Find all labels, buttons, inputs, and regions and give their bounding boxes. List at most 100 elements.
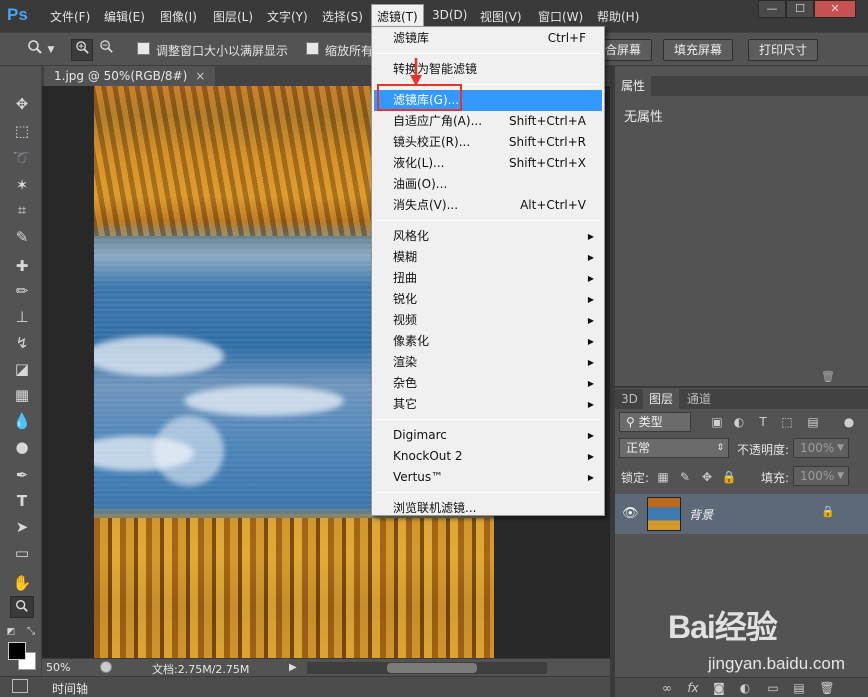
status-menu-arrow-icon[interactable]: ▶ bbox=[289, 662, 297, 673]
close-window-button[interactable]: ✕ bbox=[814, 0, 856, 18]
filter-menu-item[interactable]: 其它 ▶ bbox=[374, 394, 602, 415]
filter-menu-item[interactable]: Vertus™ ▶ bbox=[374, 467, 602, 488]
opacity-field[interactable]: 100% ▼ bbox=[793, 438, 849, 458]
filter-menu-item[interactable]: 风格化 ▶ bbox=[374, 226, 602, 247]
filter-menu-item[interactable]: 消失点(V)... Alt+Ctrl+V bbox=[374, 195, 602, 216]
marquee-tool-icon[interactable]: ⬚ bbox=[10, 120, 34, 142]
trash-icon[interactable]: 🗑 bbox=[821, 370, 835, 383]
lock-pixels-icon[interactable]: ✎ bbox=[677, 469, 693, 485]
blur-tool-icon[interactable]: 💧 bbox=[10, 410, 34, 432]
default-colors-icon[interactable]: ◩ bbox=[4, 621, 18, 643]
timeline-panel-icon[interactable] bbox=[12, 679, 28, 693]
smart-object-filter-icon[interactable]: ▤ bbox=[805, 414, 821, 430]
filter-menu-item[interactable]: 模糊 ▶ bbox=[374, 247, 602, 268]
filter-menu-item-shortcut: Alt+Ctrl+V bbox=[520, 198, 586, 212]
eyedropper-tool-icon[interactable]: ✎ bbox=[10, 226, 34, 248]
lock-all-icon[interactable]: 🔒 bbox=[721, 469, 737, 485]
menu-select[interactable]: 选择(S) bbox=[322, 8, 363, 25]
filter-menu-item[interactable]: 镜头校正(R)... Shift+Ctrl+R bbox=[374, 132, 602, 153]
properties-panel: 属性 无属性 🗑 bbox=[614, 66, 868, 386]
autumn-tree-line bbox=[94, 518, 494, 658]
crop-tool-icon[interactable]: ⌗ bbox=[10, 199, 34, 221]
zoom-level[interactable]: 50% bbox=[46, 661, 70, 674]
filter-menu-item[interactable]: Digimarc ▶ bbox=[374, 425, 602, 446]
menu-layer[interactable]: 图层(L) bbox=[213, 8, 253, 25]
filter-menu-item[interactable]: 视频 ▶ bbox=[374, 310, 602, 331]
eye-visibility-icon[interactable]: 👁 bbox=[622, 506, 639, 521]
menu-type[interactable]: 文字(Y) bbox=[267, 8, 308, 25]
healing-brush-tool-icon[interactable]: ✚ bbox=[10, 255, 34, 277]
type-filter-icon[interactable]: T bbox=[755, 414, 771, 430]
maximize-button[interactable]: ☐ bbox=[786, 0, 814, 18]
menu-image[interactable]: 图像(I) bbox=[160, 8, 197, 25]
zoom-tool-preset-icon[interactable] bbox=[24, 39, 46, 61]
gradient-tool-icon[interactable]: ▦ bbox=[10, 384, 34, 406]
shape-filter-icon[interactable]: ⬚ bbox=[779, 414, 795, 430]
lock-transparency-icon[interactable]: ▦ bbox=[655, 469, 671, 485]
toolbox: ✥ ⬚ ➰ ✶ ⌗ ✎ ✚ ✏ ⊥ ↯ ◪ ▦ 💧 ● ✒ T ➤ ▭ ✋ ◩ … bbox=[0, 66, 42, 697]
menu-separator bbox=[376, 53, 600, 54]
filter-menu-item[interactable]: 锐化 ▶ bbox=[374, 289, 602, 310]
print-size-button[interactable]: 打印尺寸 bbox=[748, 39, 819, 61]
history-brush-tool-icon[interactable]: ↯ bbox=[10, 332, 34, 354]
menu-edit[interactable]: 编辑(E) bbox=[104, 8, 145, 25]
zoom-out-icon[interactable] bbox=[95, 39, 117, 61]
clone-stamp-tool-icon[interactable]: ⊥ bbox=[10, 306, 34, 328]
brush-tool-icon[interactable]: ✏ bbox=[10, 280, 34, 302]
minimize-button[interactable]: — bbox=[758, 0, 786, 18]
filter-menu-item[interactable]: KnockOut 2 ▶ bbox=[374, 446, 602, 467]
scrollbar-thumb[interactable] bbox=[387, 663, 477, 673]
zoom-all-checkbox[interactable] bbox=[306, 42, 319, 55]
layer-row[interactable]: 👁 背景 🔒 bbox=[615, 494, 868, 534]
dodge-tool-icon[interactable]: ● bbox=[10, 436, 34, 458]
menu-3d[interactable]: 3D(D) bbox=[432, 8, 467, 22]
menu-view[interactable]: 视图(V) bbox=[480, 8, 522, 25]
filter-menu-item[interactable]: 扭曲 ▶ bbox=[374, 268, 602, 289]
tab-3d[interactable]: 3D bbox=[615, 389, 644, 409]
filter-menu-item[interactable]: 浏览联机滤镜... bbox=[374, 498, 602, 519]
hand-tool-icon[interactable]: ✋ bbox=[10, 572, 34, 594]
filter-menu-item[interactable]: 油画(O)... bbox=[374, 174, 602, 195]
status-info-icon[interactable] bbox=[100, 661, 112, 673]
filter-menu-item[interactable]: 滤镜库 Ctrl+F bbox=[374, 28, 602, 49]
filter-menu-item[interactable]: 像素化 ▶ bbox=[374, 331, 602, 352]
filter-menu-item[interactable]: 液化(L)... Shift+Ctrl+X bbox=[374, 153, 602, 174]
fill-field[interactable]: 100% ▼ bbox=[793, 466, 849, 486]
adjustment-filter-icon[interactable]: ◐ bbox=[731, 414, 747, 430]
resize-windows-checkbox[interactable] bbox=[137, 42, 150, 55]
chevron-down-icon[interactable]: ▼ bbox=[44, 39, 58, 61]
tab-channels[interactable]: 通道 bbox=[681, 389, 717, 409]
lasso-tool-icon[interactable]: ➰ bbox=[10, 147, 34, 169]
tab-layers[interactable]: 图层 bbox=[643, 389, 680, 409]
filter-menu-item[interactable]: 渲染 ▶ bbox=[374, 352, 602, 373]
fill-screen-button[interactable]: 填充屏幕 bbox=[663, 39, 734, 61]
horizontal-scrollbar[interactable] bbox=[307, 662, 547, 674]
magic-wand-tool-icon[interactable]: ✶ bbox=[10, 174, 34, 196]
layer-kind-filter[interactable]: ⚲ 类型 bbox=[619, 412, 691, 432]
path-selection-tool-icon[interactable]: ➤ bbox=[10, 516, 34, 538]
swap-colors-icon[interactable]: ⤡ bbox=[24, 621, 38, 643]
eraser-tool-icon[interactable]: ◪ bbox=[10, 358, 34, 380]
rectangle-tool-icon[interactable]: ▭ bbox=[10, 542, 34, 564]
filter-toggle-icon[interactable]: ● bbox=[841, 414, 857, 430]
lock-position-icon[interactable]: ✥ bbox=[699, 469, 715, 485]
submenu-arrow-icon: ▶ bbox=[587, 400, 594, 409]
filter-menu-item[interactable]: 杂色 ▶ bbox=[374, 373, 602, 394]
menu-file[interactable]: 文件(F) bbox=[50, 8, 90, 25]
menu-help[interactable]: 帮助(H) bbox=[597, 8, 639, 25]
type-tool-icon[interactable]: T bbox=[10, 490, 34, 512]
pixel-filter-icon[interactable]: ▣ bbox=[709, 414, 725, 430]
tab-properties[interactable]: 属性 bbox=[615, 76, 652, 96]
filter-menu-item[interactable]: 转换为智能滤镜 bbox=[374, 59, 602, 80]
timeline-tab[interactable]: 时间轴 bbox=[52, 680, 88, 697]
foreground-color-swatch[interactable] bbox=[8, 642, 26, 660]
menu-window[interactable]: 窗口(W) bbox=[538, 8, 583, 25]
blend-mode-select[interactable]: 正常 ⇕ bbox=[619, 438, 729, 458]
close-tab-icon[interactable]: × bbox=[195, 69, 205, 83]
pen-tool-icon[interactable]: ✒ bbox=[10, 464, 34, 486]
zoom-in-icon[interactable] bbox=[71, 39, 93, 61]
zoom-tool-icon[interactable] bbox=[10, 596, 34, 618]
move-tool-icon[interactable]: ✥ bbox=[10, 93, 34, 115]
document-tab[interactable]: 1.jpg @ 50%(RGB/8#) × bbox=[44, 66, 216, 86]
filter-menu-item[interactable]: 自适应广角(A)... Shift+Ctrl+A bbox=[374, 111, 602, 132]
